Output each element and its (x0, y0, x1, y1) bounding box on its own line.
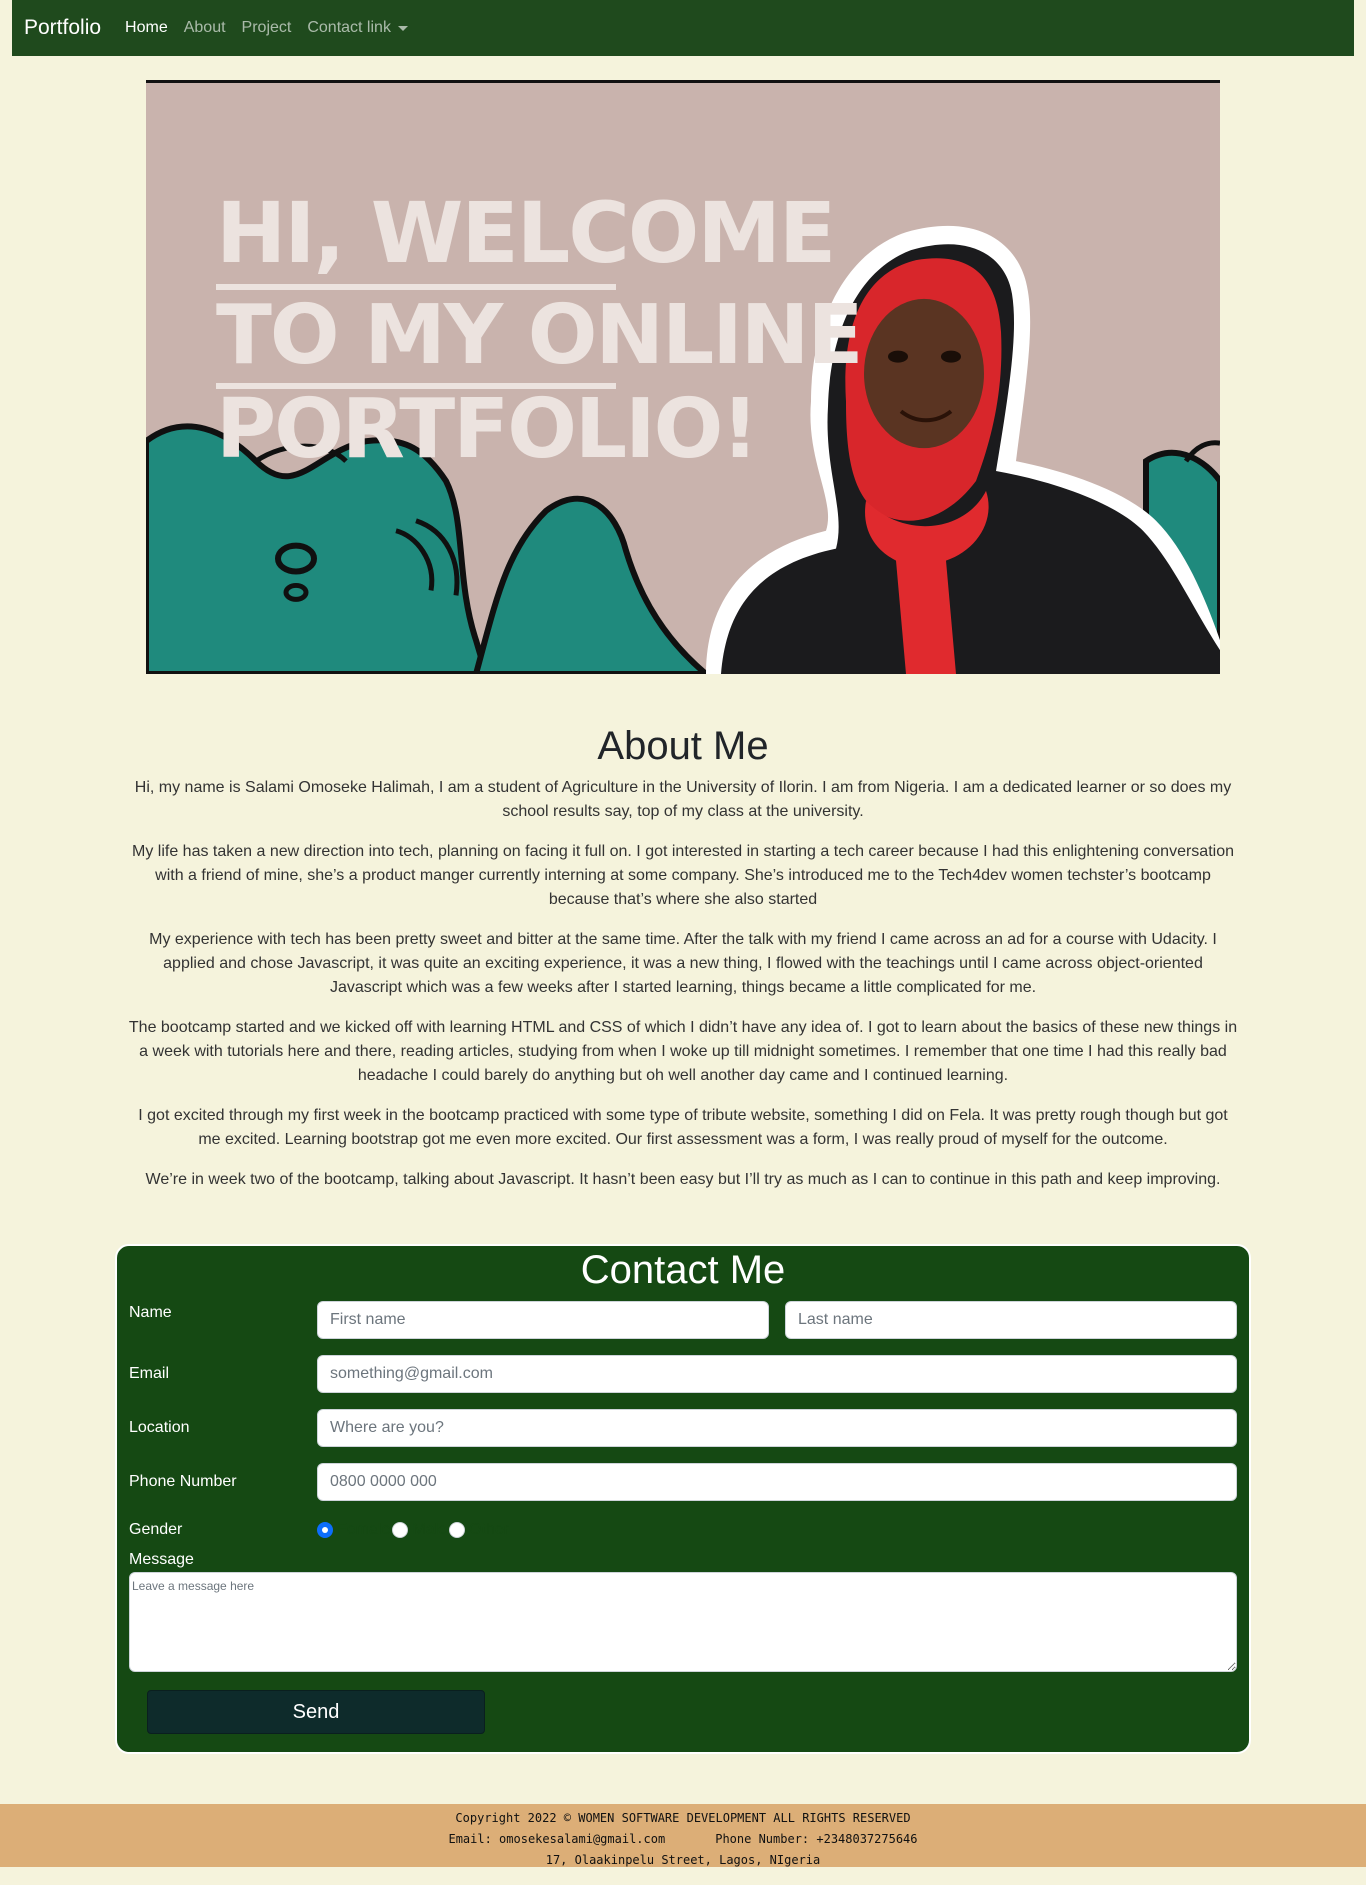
hero-heading-line-1: HI, WELCOME (216, 184, 836, 282)
gender-radio-male[interactable] (392, 1522, 409, 1538)
location-input[interactable] (317, 1409, 1237, 1447)
send-button[interactable]: Send (147, 1690, 485, 1734)
location-label: Location (129, 1419, 190, 1436)
gender-radio-group: Female Male Other (317, 1521, 509, 1539)
nav-link-project[interactable]: Project (242, 19, 292, 37)
phone-input[interactable] (317, 1463, 1237, 1501)
footer-address: 17, Olaakinpelu Street, Lagos, NIgeria (545, 1853, 821, 1867)
about-paragraph: I got excited through my first week in t… (138, 1107, 1228, 1148)
footer-copyright: Copyright 2022 © WOMEN SOFTWARE DEVELOPM… (455, 1811, 911, 1825)
hero-heading-line-2: TO MY ONLINE (216, 288, 863, 383)
caret-down-icon (397, 25, 408, 31)
about-paragraph: Hi, my name is Salami Omoseke Halimah, I… (134, 779, 1232, 820)
contact-form: Contact Me Name Email Location Phone Num… (115, 1244, 1251, 1754)
nav-link-home[interactable]: Home (125, 19, 168, 37)
message-textarea[interactable] (129, 1572, 1237, 1672)
last-name-input[interactable] (785, 1301, 1237, 1339)
footer-contact-line: Email: omosekesalami@gmail.com Phone Numb… (0, 1829, 1366, 1850)
email-label: Email (129, 1365, 170, 1382)
name-label: Name (129, 1304, 172, 1321)
footer-email: Email: omosekesalami@gmail.com (448, 1832, 666, 1846)
hero-banner-image: HI, WELCOME TO MY ONLINE PORTFOLIO! (146, 80, 1220, 674)
about-paragraph: My life has taken a new direction into t… (132, 843, 1234, 908)
gender-radio-female[interactable] (317, 1522, 333, 1538)
gender-label: Gender (129, 1521, 183, 1538)
gender-option-label: Female (337, 1521, 391, 1538)
about-title: About Me (597, 724, 769, 768)
contact-title: Contact Me (580, 1248, 786, 1292)
about-section: About Me Hi, my name is Salami Omoseke H… (126, 722, 1240, 1208)
nav-dropdown-contact[interactable]: Contact link (307, 19, 408, 37)
footer: Copyright 2022 © WOMEN SOFTWARE DEVELOPM… (0, 1804, 1366, 1867)
gender-option-label: Other (469, 1521, 510, 1538)
hero-heading-line-3: PORTFOLIO! (216, 382, 759, 477)
about-paragraph: We’re in week two of the bootcamp, talki… (145, 1171, 1221, 1188)
message-label: Message (129, 1551, 194, 1568)
about-paragraph: My experience with tech has been pretty … (149, 931, 1217, 996)
email-input[interactable] (317, 1355, 1237, 1393)
nav-dropdown-label: Contact link (307, 19, 391, 36)
gender-radio-other[interactable] (449, 1522, 466, 1538)
footer-phone: Phone Number: +2348037275646 (715, 1832, 918, 1846)
navbar-brand[interactable]: Portfolio (24, 16, 101, 40)
navbar: Portfolio Home About Project Contact lin… (12, 0, 1354, 56)
gender-option-label: Male (412, 1521, 448, 1538)
nav-link-about[interactable]: About (184, 19, 226, 37)
first-name-input[interactable] (317, 1301, 769, 1339)
phone-label: Phone Number (129, 1473, 237, 1490)
about-paragraph: The bootcamp started and we kicked off w… (128, 1019, 1238, 1084)
